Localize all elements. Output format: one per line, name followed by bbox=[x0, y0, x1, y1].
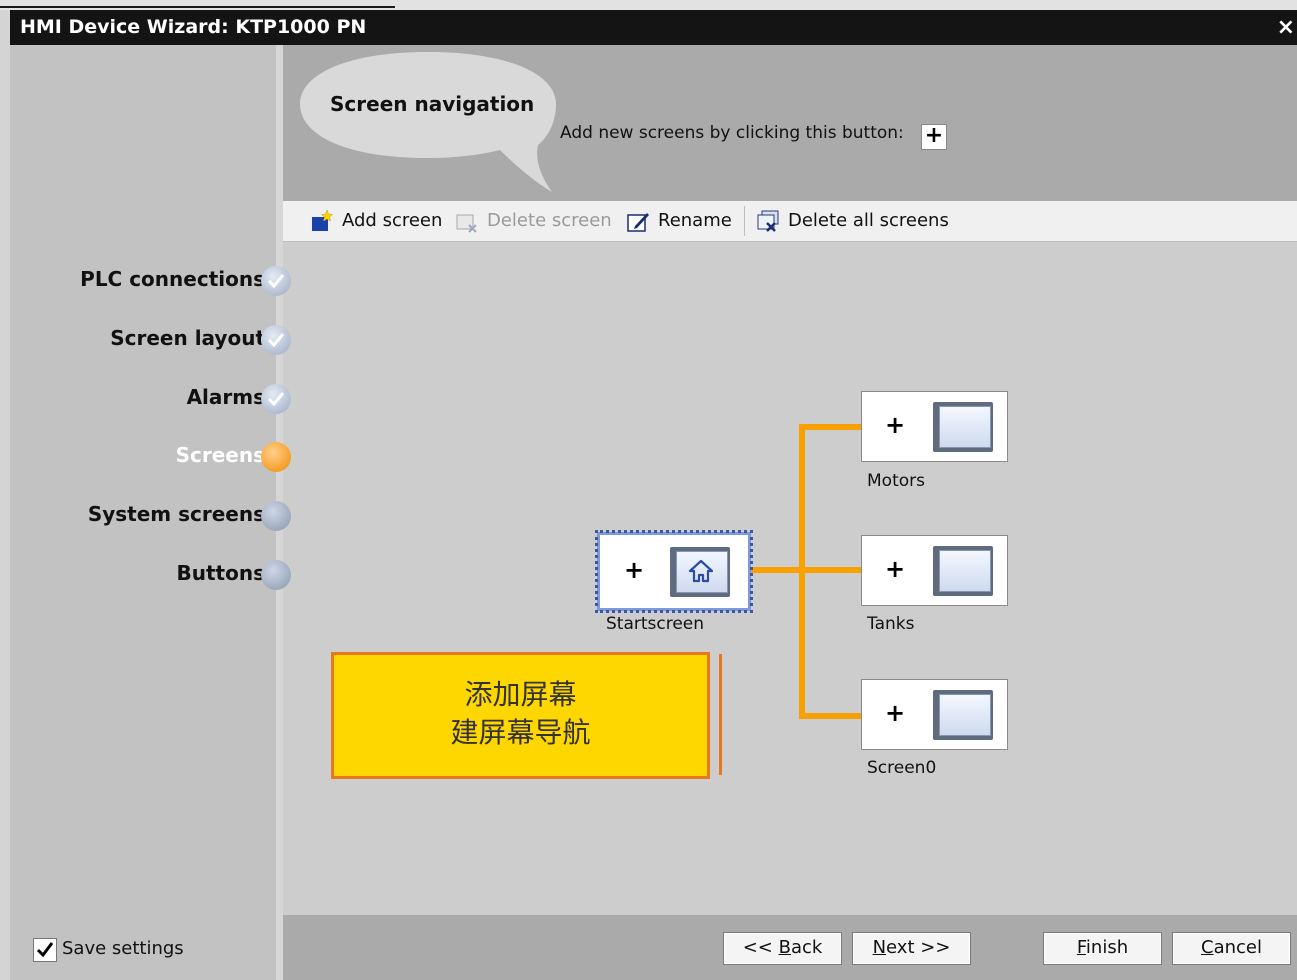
screen-node-motors[interactable]: + bbox=[861, 391, 1008, 462]
screen-thumbnail bbox=[670, 547, 730, 597]
screen-name-screen0: Screen0 bbox=[867, 758, 937, 778]
connector-line bbox=[799, 424, 862, 430]
finish-rest: inish bbox=[1085, 937, 1129, 958]
save-settings-label[interactable]: Save settings bbox=[62, 938, 184, 959]
delete-all-screens-label: Delete all screens bbox=[788, 210, 949, 231]
add-screen-label: Add screen bbox=[342, 210, 443, 231]
next-mnemonic: N bbox=[872, 937, 887, 958]
add-child-screen-icon[interactable]: + bbox=[883, 701, 907, 726]
back-rest: ack bbox=[790, 937, 823, 958]
step-alarms[interactable]: Alarms bbox=[187, 385, 265, 409]
add-child-screen-icon[interactable]: + bbox=[883, 413, 907, 438]
note-bar bbox=[719, 654, 722, 775]
step-plc-connections[interactable]: PLC connections bbox=[80, 267, 265, 291]
finish-button[interactable]: Finish bbox=[1043, 932, 1162, 965]
step-buttons[interactable]: Buttons bbox=[177, 561, 266, 585]
step-done-check-icon bbox=[261, 266, 291, 296]
home-icon bbox=[688, 559, 714, 583]
add-screen-hint-icon: + bbox=[921, 124, 947, 150]
screen-node-screen0[interactable]: + bbox=[861, 679, 1008, 750]
add-screen-button[interactable]: Add screen bbox=[310, 201, 450, 241]
close-icon[interactable]: × bbox=[1277, 10, 1295, 45]
screen-name-startscreen: Startscreen bbox=[606, 614, 705, 634]
rename-label: Rename bbox=[658, 210, 732, 231]
screen-thumbnail bbox=[933, 690, 993, 740]
note-line-1: 添加屏幕 bbox=[464, 678, 577, 711]
step-screen-layout[interactable]: Screen layout bbox=[110, 326, 265, 350]
screen-name-motors: Motors bbox=[867, 471, 925, 491]
screen-name-tanks: Tanks bbox=[867, 614, 915, 634]
step-current-icon bbox=[261, 442, 291, 472]
delete-screen-icon bbox=[456, 214, 477, 233]
step-system-screens[interactable]: System screens bbox=[88, 502, 265, 526]
delete-screen-label: Delete screen bbox=[487, 210, 612, 231]
rename-button[interactable]: Rename bbox=[626, 201, 738, 241]
finish-mnemonic: F bbox=[1076, 937, 1086, 958]
back-button[interactable]: << Back bbox=[723, 932, 842, 965]
step-done-check-icon bbox=[261, 325, 291, 355]
cancel-mnemonic: C bbox=[1201, 937, 1214, 958]
cancel-button[interactable]: Cancel bbox=[1172, 932, 1291, 965]
step-pending-icon bbox=[261, 501, 291, 531]
screen-toolbar: Add screen Delete screen Rename Delete a… bbox=[283, 201, 1297, 242]
rename-icon bbox=[627, 213, 649, 232]
add-child-screen-icon[interactable]: + bbox=[622, 558, 646, 583]
annotation-note: 添加屏幕 建屏幕导航 bbox=[331, 652, 710, 779]
step-pending-icon bbox=[261, 560, 291, 590]
toolbar-separator bbox=[744, 206, 745, 236]
back-mnemonic: B bbox=[778, 937, 791, 958]
save-settings-checkbox[interactable] bbox=[33, 938, 57, 962]
connector-line bbox=[799, 424, 805, 719]
screen-thumbnail bbox=[933, 402, 993, 452]
delete-all-screens-button[interactable]: Delete all screens bbox=[756, 201, 956, 241]
checkmark-icon bbox=[36, 942, 54, 958]
screen-node-tanks[interactable]: + bbox=[861, 535, 1008, 606]
add-child-screen-icon[interactable]: + bbox=[883, 557, 907, 582]
connector-line bbox=[799, 713, 862, 719]
cancel-rest: ancel bbox=[1213, 937, 1262, 958]
delete-screen-button[interactable]: Delete screen bbox=[455, 201, 615, 241]
connector-line bbox=[750, 567, 862, 573]
step-screens[interactable]: Screens bbox=[176, 443, 265, 467]
note-line-2: 建屏幕导航 bbox=[450, 716, 591, 749]
next-button[interactable]: Next >> bbox=[852, 932, 971, 965]
step-done-check-icon bbox=[261, 384, 291, 414]
back-prefix: << bbox=[742, 937, 779, 958]
screen-node-startscreen[interactable]: + bbox=[595, 530, 753, 613]
add-screen-icon bbox=[312, 209, 334, 231]
next-rest: ext >> bbox=[886, 937, 951, 958]
delete-all-screens-icon bbox=[757, 210, 779, 232]
hint-text: Add new screens by clicking this button: bbox=[560, 123, 904, 143]
screen-thumbnail bbox=[933, 546, 993, 596]
bubble-title: Screen navigation bbox=[330, 92, 535, 116]
